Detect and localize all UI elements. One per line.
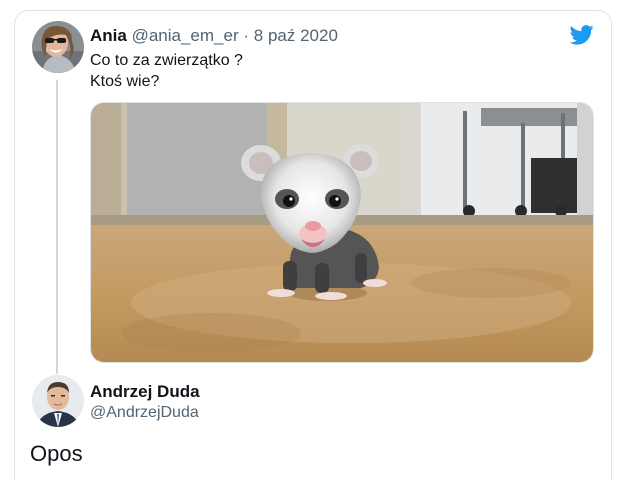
tweet-media-photo[interactable]	[90, 102, 594, 363]
tweet-text-line: Co to za zwierzątko ?	[90, 52, 243, 69]
thread-connector-line	[56, 80, 58, 374]
author-avatar[interactable]	[32, 21, 84, 73]
twitter-bird-icon[interactable]	[569, 25, 594, 45]
reply-author-name[interactable]: Andrzej Duda	[90, 382, 200, 402]
reply-text: Opos	[30, 441, 83, 466]
reply-author-handle[interactable]: @AndrzejDuda	[90, 404, 199, 422]
author-handle[interactable]: @ania_em_er	[132, 26, 239, 45]
tweet-text: Co to za zwierzątko ? Ktoś wie?	[90, 50, 243, 92]
tweet-date[interactable]: 8 paź 2020	[254, 26, 338, 45]
tweet-header: Ania @ania_em_er · 8 paź 2020	[90, 26, 338, 46]
author-name[interactable]: Ania	[90, 26, 127, 45]
meta-separator: ·	[243, 26, 250, 45]
reply-author-avatar[interactable]	[32, 375, 84, 427]
tweet-text-line: Ktoś wie?	[90, 73, 160, 90]
